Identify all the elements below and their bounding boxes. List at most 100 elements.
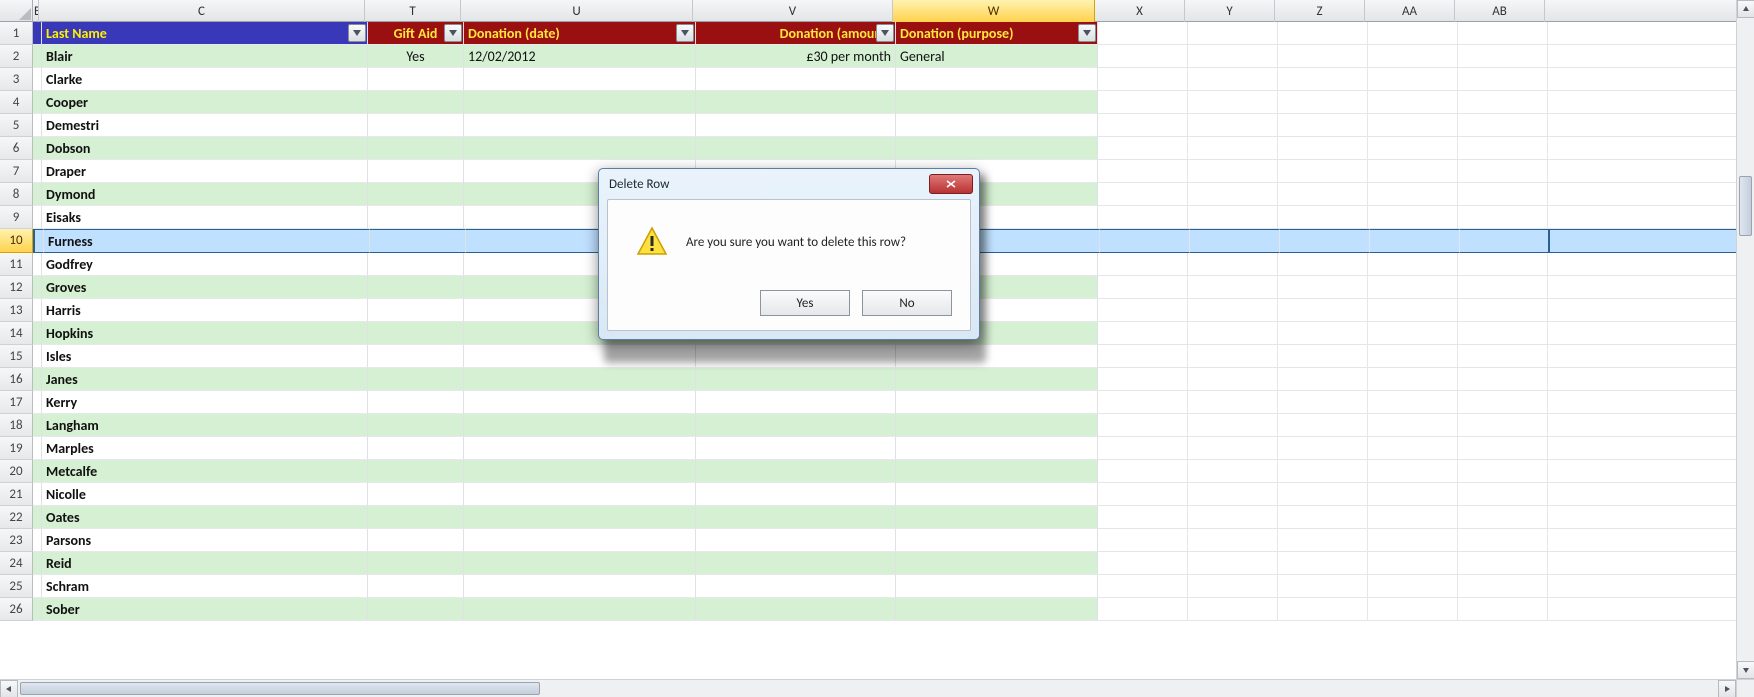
cell-b[interactable] [33, 506, 42, 529]
table-row[interactable]: Janes [33, 368, 1754, 391]
cell-blank[interactable] [1278, 253, 1368, 276]
cell-donation-purpose[interactable] [896, 437, 1098, 460]
row-header-11[interactable]: 11 [0, 253, 33, 276]
cell-blank[interactable] [1278, 368, 1368, 391]
column-header-AB[interactable]: AB [1455, 0, 1545, 22]
cell-last-name[interactable]: Hopkins [42, 322, 368, 345]
cell-blank[interactable] [1368, 575, 1458, 598]
cell-b[interactable] [33, 598, 42, 621]
cell-donation-date[interactable] [464, 368, 696, 391]
cell-blank[interactable] [1188, 345, 1278, 368]
row-header-10[interactable]: 10 [0, 229, 33, 253]
cell-blank[interactable] [1368, 460, 1458, 483]
cell-blank[interactable] [1278, 575, 1368, 598]
cell-last-name[interactable]: Cooper [42, 91, 368, 114]
row-header-8[interactable]: 8 [0, 183, 33, 206]
cell-b[interactable] [33, 529, 42, 552]
cell-donation-amount[interactable] [696, 437, 896, 460]
cell-last-name[interactable]: Dymond [42, 183, 368, 206]
cell-last-name[interactable]: Godfrey [42, 253, 368, 276]
cell-donation-date[interactable] [464, 68, 696, 91]
cell-donation-purpose[interactable] [896, 529, 1098, 552]
cell-gift-aid[interactable] [368, 529, 464, 552]
dialog-close-button[interactable] [929, 174, 973, 194]
cell-blank[interactable] [1278, 183, 1368, 206]
cell-b[interactable] [33, 437, 42, 460]
cell-blank[interactable] [1458, 45, 1548, 68]
table-row[interactable]: Last NameGift AidDonation (date)Donation… [33, 22, 1754, 45]
cell-b[interactable] [33, 414, 42, 437]
column-header-W[interactable]: W [893, 0, 1095, 22]
cell-blank[interactable] [1098, 137, 1188, 160]
scroll-down-arrow[interactable] [1737, 661, 1754, 679]
cell-blank[interactable] [1098, 414, 1188, 437]
cell-donation-amount[interactable] [696, 598, 896, 621]
cell-b[interactable] [33, 575, 42, 598]
cell-b[interactable] [33, 91, 42, 114]
cell-blank[interactable] [1188, 460, 1278, 483]
cell-b[interactable] [33, 68, 42, 91]
cell-blank[interactable] [1278, 552, 1368, 575]
header-cell-b[interactable] [33, 22, 42, 45]
cell-blank[interactable] [1098, 276, 1188, 299]
cell-donation-date[interactable] [464, 91, 696, 114]
cell-blank[interactable] [1368, 206, 1458, 229]
cell-blank[interactable] [1098, 68, 1188, 91]
cell-blank[interactable] [1098, 483, 1188, 506]
cell-donation-amount[interactable] [696, 483, 896, 506]
cell-b[interactable] [33, 483, 42, 506]
cell-blank[interactable] [1098, 575, 1188, 598]
cell-blank[interactable] [1368, 253, 1458, 276]
cell-donation-date[interactable] [464, 437, 696, 460]
hscroll-track[interactable] [18, 680, 1718, 697]
cell-gift-aid[interactable] [368, 183, 464, 206]
row-header-12[interactable]: 12 [0, 276, 33, 299]
cell-gift-aid[interactable] [368, 299, 464, 322]
cell-last-name[interactable]: Blair [42, 45, 368, 68]
cell-gift-aid[interactable] [368, 368, 464, 391]
cell-blank[interactable] [1368, 45, 1458, 68]
cell-last-name[interactable]: Nicolle [42, 483, 368, 506]
table-row[interactable]: BlairYes12/02/2012£30 per monthGeneral [33, 45, 1754, 68]
cell-blank[interactable] [1458, 598, 1548, 621]
cell-gift-aid[interactable] [368, 276, 464, 299]
cell-gift-aid[interactable] [368, 137, 464, 160]
cell-donation-date[interactable] [464, 483, 696, 506]
row-header-23[interactable]: 23 [0, 529, 33, 552]
header-donation-amount-cell[interactable]: Donation (amount) [696, 22, 896, 45]
scroll-left-arrow[interactable] [0, 680, 18, 697]
cell-b[interactable] [33, 253, 42, 276]
cell-blank[interactable] [1278, 345, 1368, 368]
cell-donation-amount[interactable] [696, 391, 896, 414]
cell-last-name[interactable]: Isles [42, 345, 368, 368]
row-header-15[interactable]: 15 [0, 345, 33, 368]
cell-blank[interactable] [1460, 229, 1550, 253]
cell-donation-amount[interactable] [696, 137, 896, 160]
table-row[interactable]: Parsons [33, 529, 1754, 552]
row-header-4[interactable]: 4 [0, 91, 33, 114]
cell-gift-aid[interactable] [368, 91, 464, 114]
cell-blank[interactable] [1368, 91, 1458, 114]
table-row[interactable]: Langham [33, 414, 1754, 437]
cell-blank[interactable] [1190, 229, 1280, 253]
cell-gift-aid[interactable] [368, 575, 464, 598]
cell-donation-date[interactable] [464, 552, 696, 575]
cell-blank[interactable] [1098, 345, 1188, 368]
cell-donation-purpose[interactable]: General [896, 45, 1098, 68]
vscroll-thumb[interactable] [1739, 176, 1752, 236]
cell-gift-aid[interactable] [368, 253, 464, 276]
row-header-25[interactable]: 25 [0, 575, 33, 598]
cell-blank[interactable] [1188, 598, 1278, 621]
row-header-20[interactable]: 20 [0, 460, 33, 483]
row-header-17[interactable]: 17 [0, 391, 33, 414]
cell-blank[interactable] [1188, 322, 1278, 345]
cell-blank[interactable] [1368, 506, 1458, 529]
cell-donation-purpose[interactable] [896, 368, 1098, 391]
vscroll-track[interactable] [1737, 18, 1754, 661]
cell-donation-amount[interactable] [696, 575, 896, 598]
cell-blank[interactable] [1368, 598, 1458, 621]
table-row[interactable]: Metcalfe [33, 460, 1754, 483]
cell-gift-aid[interactable] [368, 552, 464, 575]
cell-last-name[interactable]: Demestri [42, 114, 368, 137]
cell-gift-aid[interactable] [368, 483, 464, 506]
